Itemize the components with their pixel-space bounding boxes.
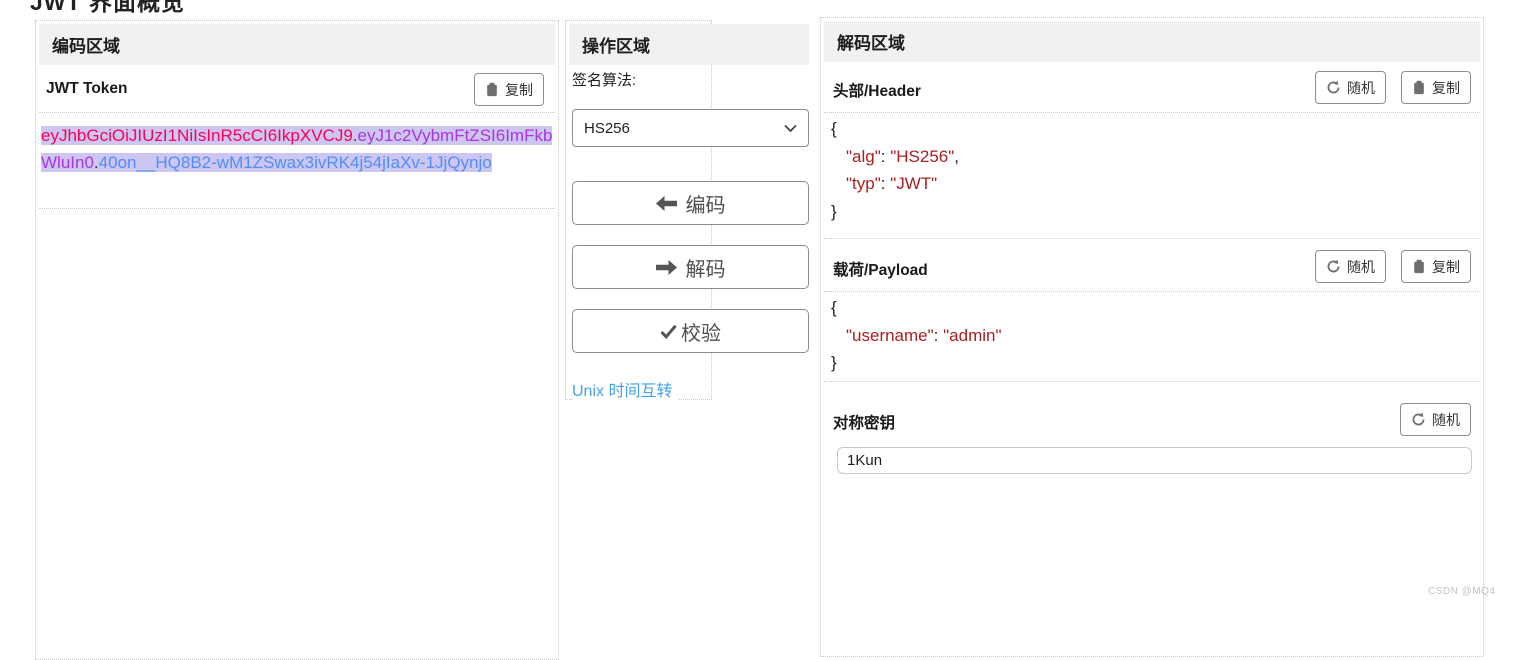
decode-separator-1 — [824, 112, 1480, 113]
payload-random-button[interactable]: 随机 — [1315, 250, 1386, 283]
verify-button[interactable]: 校验 — [572, 309, 809, 353]
header-json-field[interactable]: { "alg": "HS256", "typ": "JWT" } — [831, 115, 1473, 225]
decode-button[interactable]: 解码 — [572, 245, 809, 289]
key-random-button[interactable]: 随机 — [1400, 403, 1471, 436]
token-header-segment: eyJhbGciOiJIUzI1NiIsInR5cCI6IkpXVCJ9 — [41, 126, 353, 145]
payload-section-label: 载荷/Payload — [833, 258, 928, 280]
jwt-token-field[interactable]: eyJhbGciOiJIUzI1NiIsInR5cCI6IkpXVCJ9.eyJ… — [39, 116, 555, 182]
token-copy-label: 复制 — [505, 80, 533, 100]
encode-panel-title: 编码区域 — [39, 24, 555, 65]
decode-panel: 解码区域 头部/Header 随机 复制 { "alg": "HS256", "… — [820, 17, 1484, 657]
json-brace: } — [831, 202, 837, 221]
header-copy-button[interactable]: 复制 — [1401, 71, 1471, 104]
header-random-button[interactable]: 随机 — [1315, 71, 1386, 104]
decode-panel-title: 解码区域 — [824, 21, 1480, 62]
json-line: "username": "admin" — [831, 322, 1473, 350]
clipboard-icon — [1412, 80, 1426, 95]
payload-copy-label: 复制 — [1432, 257, 1460, 277]
chevron-down-icon — [784, 124, 797, 133]
symmetric-key-input[interactable] — [837, 447, 1472, 474]
operate-panel: 操作区域 签名算法: HS256 编码 解码 校验 Unix 时间互转 — [565, 20, 712, 400]
json-line: "typ": "JWT" — [831, 170, 1473, 198]
algorithm-select[interactable]: HS256 — [572, 109, 809, 147]
json-brace: { — [831, 298, 837, 317]
refresh-icon — [1326, 80, 1341, 95]
json-brace: } — [831, 353, 837, 372]
payload-json-field[interactable]: { "username": "admin" } — [831, 294, 1473, 377]
encode-button-label: 编码 — [686, 189, 726, 218]
encode-panel: 编码区域 JWT Token 复制 eyJhbGciOiJIUzI1NiIsIn… — [35, 20, 559, 660]
algorithm-label: 签名算法: — [572, 69, 636, 90]
encode-separator-2 — [39, 208, 555, 209]
algorithm-selected-value: HS256 — [584, 120, 630, 137]
decode-separator-3 — [824, 291, 1480, 292]
refresh-icon — [1411, 412, 1426, 427]
token-dot-1: . — [353, 126, 358, 145]
json-brace: { — [831, 119, 837, 138]
encode-separator-1 — [39, 112, 555, 113]
token-signature-segment: 40on__HQ8B2-wM1ZSwax3ivRK4j54jIaXv-1JjQy… — [99, 153, 492, 172]
token-copy-button[interactable]: 复制 — [474, 73, 544, 106]
header-copy-label: 复制 — [1432, 78, 1460, 98]
jwt-token-label: JWT Token — [46, 80, 128, 98]
header-section-label: 头部/Header — [833, 79, 921, 101]
refresh-icon — [1326, 259, 1341, 274]
arrow-right-icon — [656, 260, 677, 275]
decode-button-label: 解码 — [686, 253, 726, 282]
arrow-left-icon — [656, 196, 677, 211]
verify-button-label: 校验 — [681, 317, 721, 346]
clipboard-icon — [1412, 259, 1426, 274]
page-heading: JWT 界面概览 — [30, 0, 185, 17]
key-random-label: 随机 — [1432, 410, 1460, 430]
payload-copy-button[interactable]: 复制 — [1401, 250, 1471, 283]
symmetric-key-label: 对称密钥 — [833, 411, 895, 433]
unix-time-link[interactable]: Unix 时间互转 — [572, 377, 678, 401]
decode-separator-2 — [824, 238, 1480, 239]
watermark: CSDN @MQ4 — [1428, 586, 1495, 597]
payload-random-label: 随机 — [1347, 257, 1375, 277]
json-line: "alg": "HS256", — [831, 143, 1473, 171]
decode-separator-4 — [824, 381, 1480, 382]
token-dot-2: . — [94, 153, 99, 172]
clipboard-icon — [485, 82, 499, 97]
encode-button[interactable]: 编码 — [572, 181, 809, 225]
operate-panel-title: 操作区域 — [569, 24, 809, 65]
check-icon — [660, 324, 677, 339]
header-random-label: 随机 — [1347, 78, 1375, 98]
